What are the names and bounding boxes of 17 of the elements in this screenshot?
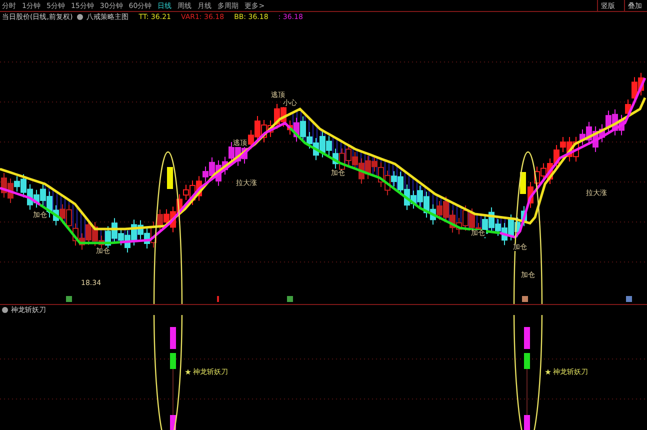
bar-stem [172, 368, 174, 416]
signal-bar [524, 327, 530, 349]
indicator-dot-icon [2, 307, 8, 313]
bar-stem [526, 368, 528, 416]
star-icon [185, 369, 191, 375]
indicator-dot-icon [76, 14, 83, 20]
signal-bar [524, 415, 530, 430]
marker-icon [522, 296, 528, 302]
signal-candle [167, 167, 173, 189]
signal-bar [524, 353, 530, 369]
marker-icon [217, 296, 219, 302]
signal-bar [170, 327, 176, 349]
marker-icon [66, 296, 72, 302]
signal-bar [170, 353, 176, 369]
marker-icon [287, 296, 293, 302]
star-icon [545, 369, 551, 375]
marker-icon [626, 296, 632, 302]
